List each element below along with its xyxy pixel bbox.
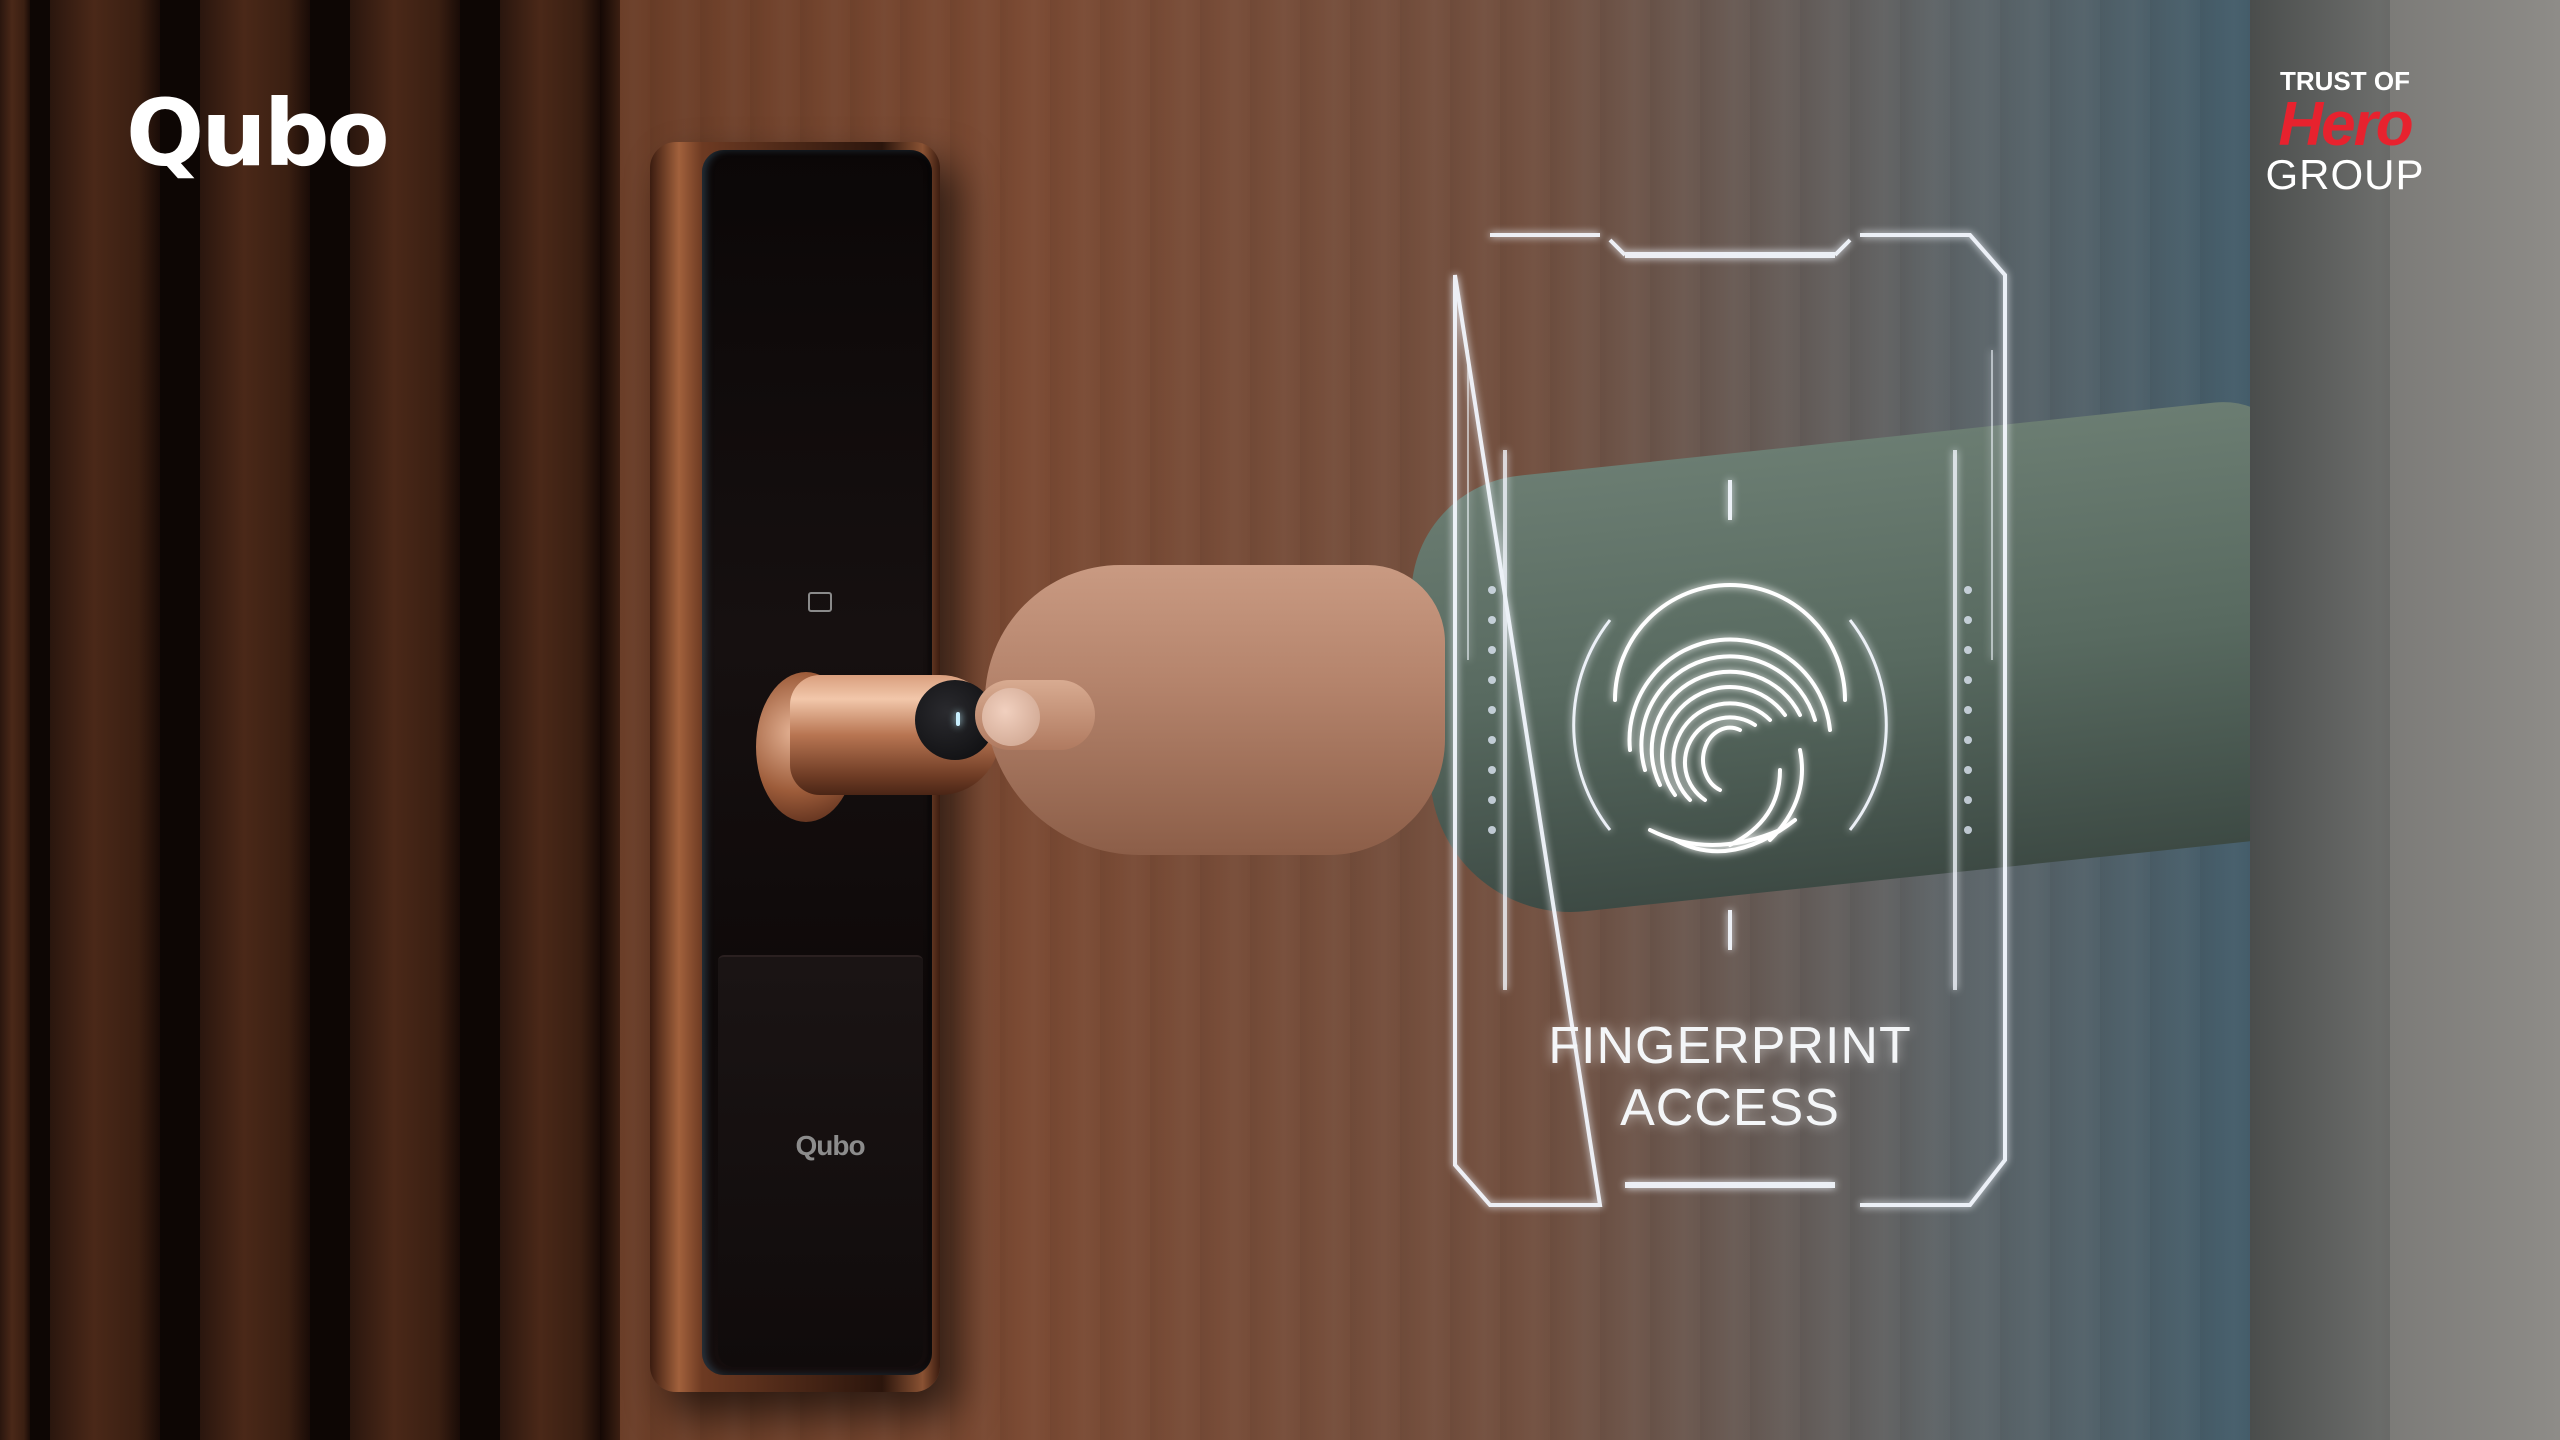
sensor-led-icon [956, 712, 960, 726]
fingerprint-icon [1613, 583, 1847, 854]
wall-slat [350, 0, 460, 1440]
thumbnail [982, 688, 1040, 746]
slat-gap [160, 0, 200, 1440]
hero-group-badge: TRUST OF Hero GROUP [2240, 66, 2450, 197]
slat-gap [310, 0, 350, 1440]
slat-gap [30, 0, 50, 1440]
hero-group-line: GROUP [2265, 151, 2425, 198]
slat-gap [460, 0, 500, 1440]
wall-slat [0, 0, 30, 1440]
wall-slat [500, 0, 600, 1440]
feature-caption-line2: ACCESS [1620, 1079, 1840, 1137]
lock-brand-logo: Qubo [795, 1130, 865, 1161]
hero-wordmark: Hero [2278, 90, 2413, 159]
door-edge [600, 0, 620, 1440]
jacket-lapel [2390, 0, 2560, 1440]
wall-slat [50, 0, 160, 1440]
card-reader-icon [808, 592, 832, 612]
feature-caption: FINGERPRINT ACCESS [1450, 1015, 2010, 1139]
qubo-logo: Qubo [126, 80, 390, 187]
feature-caption-line1: FINGERPRINT [1548, 1017, 1912, 1075]
wall-slat [200, 0, 310, 1440]
scene: Qubo FINGERPRINT ACCESS Qubo TRUST OF He… [0, 0, 2560, 1440]
